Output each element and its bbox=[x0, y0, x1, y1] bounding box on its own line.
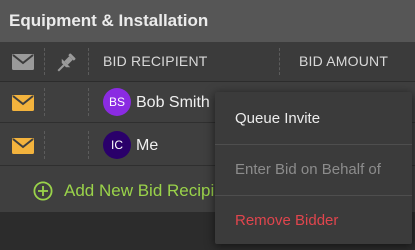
pin-icon[interactable] bbox=[54, 51, 78, 80]
section-title: Equipment & Installation bbox=[0, 0, 415, 42]
bid-recipient-name: Bob Smith bbox=[136, 94, 210, 111]
column-header-bid-amount[interactable]: BID AMOUNT bbox=[299, 42, 388, 81]
context-menu: Queue Invite Enter Bid on Behalf of Remo… bbox=[215, 92, 412, 244]
add-bid-recipient-link[interactable]: Add New Bid Recipient bbox=[64, 170, 238, 212]
menu-item-enter-bid-on-behalf[interactable]: Enter Bid on Behalf of bbox=[215, 145, 412, 195]
envelope-icon[interactable] bbox=[12, 54, 34, 75]
column-divider bbox=[44, 88, 45, 116]
avatar: BS bbox=[103, 88, 131, 116]
menu-item-remove-bidder[interactable]: Remove Bidder bbox=[215, 196, 412, 246]
envelope-icon[interactable] bbox=[12, 138, 34, 159]
menu-item-queue-invite[interactable]: Queue Invite bbox=[215, 94, 412, 144]
column-divider bbox=[44, 48, 45, 75]
table-header: BID RECIPIENT BID AMOUNT bbox=[0, 42, 415, 82]
column-divider bbox=[88, 131, 89, 159]
envelope-icon[interactable] bbox=[12, 95, 34, 116]
column-divider bbox=[88, 48, 89, 75]
plus-circle-icon[interactable] bbox=[33, 181, 53, 206]
bid-recipient-name: Me bbox=[136, 137, 159, 154]
avatar: IC bbox=[103, 131, 131, 159]
column-divider bbox=[44, 131, 45, 159]
column-divider bbox=[279, 48, 280, 75]
column-divider bbox=[88, 88, 89, 116]
column-header-bid-recipient[interactable]: BID RECIPIENT bbox=[103, 42, 208, 81]
